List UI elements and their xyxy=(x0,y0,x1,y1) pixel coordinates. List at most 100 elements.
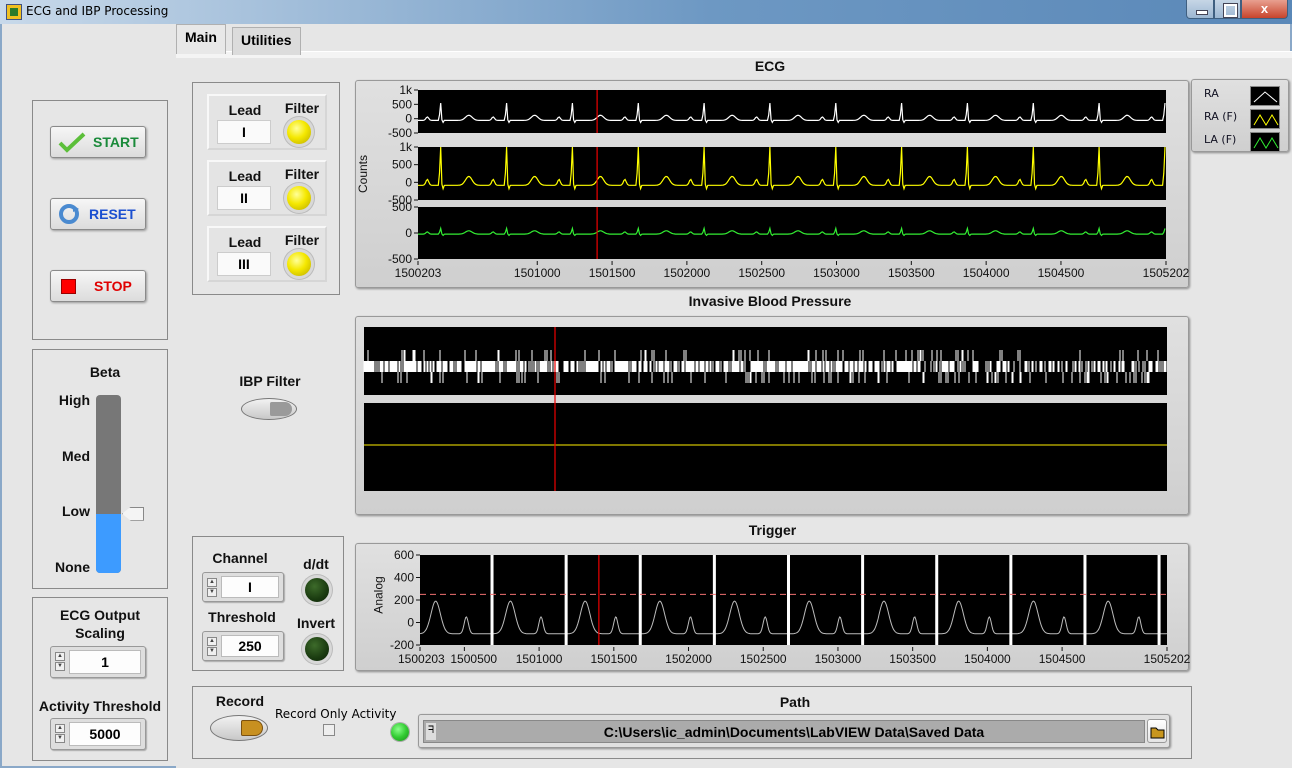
ecg-plot-area[interactable]: 1k5000-5001k5000-5005000-5001500203 15010… xyxy=(356,81,1190,289)
ecg-y-tick-label: 1k xyxy=(399,140,413,154)
tab-utilities[interactable]: Utilities xyxy=(232,27,301,55)
activity-threshold-spinner[interactable]: ▲ ▼ xyxy=(55,724,65,744)
lead-value[interactable]: III xyxy=(217,252,271,276)
activity-threshold-value[interactable]: 5000 xyxy=(69,722,141,746)
ecg-x-tick-label: 1503000 xyxy=(813,266,860,280)
beta-label: Beta xyxy=(89,364,121,380)
ecg-y-tick-label: -500 xyxy=(388,252,412,266)
minimize-button[interactable] xyxy=(1186,0,1214,19)
ecg-x-tick-label: 1502500 xyxy=(738,266,785,280)
ecg-graph-title: ECG xyxy=(754,58,786,74)
threshold-value[interactable]: 250 xyxy=(221,635,279,657)
filter-led[interactable] xyxy=(287,120,311,144)
filter-label: Filter xyxy=(284,232,320,248)
legend-swatch[interactable] xyxy=(1250,109,1280,129)
tab-main[interactable]: Main xyxy=(176,24,226,54)
ecg-output-scaling-label-2: Scaling xyxy=(75,625,125,641)
increment-icon[interactable]: ▲ xyxy=(207,578,217,587)
trigger-spike xyxy=(861,555,865,645)
ddt-led[interactable] xyxy=(305,578,329,602)
window-title: ECG and IBP Processing xyxy=(26,4,169,18)
channel-label: Channel xyxy=(212,550,268,566)
ecg-y-tick-label: 500 xyxy=(392,97,412,111)
lead-value[interactable]: I xyxy=(217,120,271,144)
trigger-plot-area[interactable]: 600 400 200 0 -2001500203 1500500 1501000 15015… xyxy=(356,544,1190,672)
trigger-graph-title: Trigger xyxy=(748,522,797,538)
legend-swatch[interactable] xyxy=(1250,86,1280,106)
invert-led[interactable] xyxy=(305,637,329,661)
ibp-filter-label: IBP Filter xyxy=(239,373,301,389)
filter-led[interactable] xyxy=(287,252,311,276)
decrement-icon[interactable]: ▼ xyxy=(55,662,65,671)
record-only-activity-checkbox[interactable] xyxy=(323,724,335,736)
ibp-graph[interactable] xyxy=(355,316,1189,515)
stop-square-icon xyxy=(61,278,76,294)
threshold-label: Threshold xyxy=(208,609,276,625)
trigger-spike xyxy=(1083,555,1087,645)
close-button[interactable]: x xyxy=(1241,0,1288,19)
channel-control[interactable]: ▲ ▼ I xyxy=(202,572,284,602)
trigger-x-tick-label: 1500500 xyxy=(450,652,497,666)
path-field[interactable]: ᖷ C:\Users\ic_admin\Documents\LabVIEW Da… xyxy=(423,720,1145,743)
ddt-label: d/dt xyxy=(303,556,329,572)
ibp-plot-area[interactable] xyxy=(356,317,1190,516)
trigger-x-tick-label: 1504000 xyxy=(964,652,1011,666)
legend-swatch[interactable] xyxy=(1250,132,1280,152)
decrement-icon[interactable]: ▼ xyxy=(55,734,65,743)
start-button[interactable]: START xyxy=(50,126,146,158)
ecg-x-tick-label: 1503500 xyxy=(888,266,935,280)
channel-spinner[interactable]: ▲ ▼ xyxy=(207,578,217,598)
activity-threshold-control[interactable]: ▲ ▼ 5000 xyxy=(50,718,146,750)
path-label: Path xyxy=(779,694,811,710)
legend-label: RA xyxy=(1204,87,1219,100)
ecg-y-tick-label: 0 xyxy=(405,175,412,189)
title-bar: ECG and IBP Processing xyxy=(0,0,1292,24)
ecg-x-tick-label: 1502000 xyxy=(664,266,711,280)
threshold-spinner[interactable]: ▲ ▼ xyxy=(207,637,217,657)
ecg-output-scaling-control[interactable]: ▲ ▼ 1 xyxy=(50,646,146,678)
ecg-graph[interactable]: Counts 1k 500 0 -500 1k 500 0 -500 500 0 -500 15002… xyxy=(355,80,1190,289)
ecg-x-tick-label: 1505202 xyxy=(1143,266,1190,280)
ecg-y-tick-label: 0 xyxy=(405,226,412,240)
restore-button[interactable] xyxy=(1214,0,1241,19)
trigger-x-tick-label: 1505202 xyxy=(1144,652,1190,666)
ecg-y-tick-label: 500 xyxy=(392,200,412,214)
ecg-output-scaling-value[interactable]: 1 xyxy=(69,650,141,674)
trigger-x-tick-label: 1503500 xyxy=(889,652,936,666)
trigger-spike xyxy=(786,555,790,645)
ecg-y-tick-label: -500 xyxy=(388,126,412,140)
record-toggle[interactable] xyxy=(210,715,268,741)
reset-button[interactable]: RESET xyxy=(50,198,146,230)
threshold-control[interactable]: ▲ ▼ 250 xyxy=(202,631,284,661)
lead-value[interactable]: II xyxy=(217,186,271,210)
increment-icon[interactable]: ▲ xyxy=(55,652,65,661)
filter-led[interactable] xyxy=(287,186,311,210)
decrement-icon[interactable]: ▼ xyxy=(207,647,217,656)
path-control[interactable]: ᖷ C:\Users\ic_admin\Documents\LabVIEW Da… xyxy=(418,714,1170,748)
trigger-x-tick-label: 1504500 xyxy=(1039,652,1086,666)
trigger-plot-background xyxy=(420,555,1167,645)
beta-slider-track[interactable] xyxy=(96,395,121,573)
activity-threshold-label: Activity Threshold xyxy=(38,698,162,714)
beta-level-none: None xyxy=(55,559,90,575)
ecg-x-tick-label: 1501000 xyxy=(514,266,561,280)
trigger-graph[interactable]: Analog 600 400 200 0 -200 1500203 1500500 15010… xyxy=(355,543,1190,672)
channel-value[interactable]: I xyxy=(221,576,279,598)
refresh-icon xyxy=(59,204,79,224)
beta-slider-fill xyxy=(96,513,121,573)
trigger-spike xyxy=(1009,555,1013,645)
increment-icon[interactable]: ▲ xyxy=(55,724,65,733)
trigger-spike xyxy=(490,555,494,645)
decrement-icon[interactable]: ▼ xyxy=(207,588,217,597)
stop-button[interactable]: STOP xyxy=(50,270,146,302)
labview-app-icon xyxy=(6,4,22,20)
trigger-y-tick-label: 600 xyxy=(394,548,414,562)
increment-icon[interactable]: ▲ xyxy=(207,637,217,646)
browse-button[interactable] xyxy=(1147,719,1167,743)
ibp-filter-toggle[interactable] xyxy=(241,398,297,420)
beta-level-med: Med xyxy=(62,448,90,464)
path-value[interactable]: C:\Users\ic_admin\Documents\LabVIEW Data… xyxy=(444,721,1144,743)
ecg-plot-background xyxy=(418,147,1166,200)
trigger-spike xyxy=(1157,555,1161,645)
ecg-output-scaling-spinner[interactable]: ▲ ▼ xyxy=(55,652,65,672)
